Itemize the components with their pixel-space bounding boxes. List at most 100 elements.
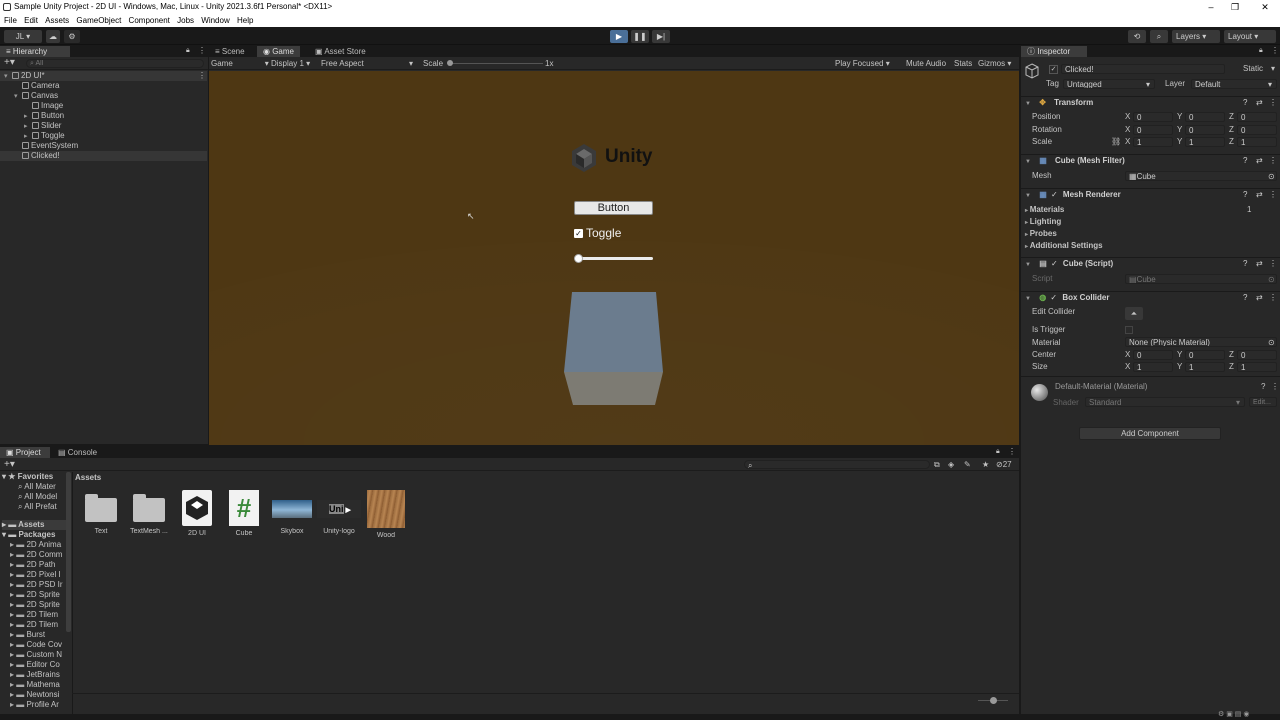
- collider-material-field[interactable]: None (Physic Material) ⊙: [1125, 337, 1277, 347]
- collider-center-y-field[interactable]: 0: [1185, 350, 1225, 360]
- asset-item[interactable]: Text: [79, 490, 123, 535]
- history-icon[interactable]: ⟲: [1128, 30, 1146, 43]
- transform-y-field[interactable]: 0: [1185, 124, 1225, 135]
- collab-icon[interactable]: ⚙: [64, 30, 80, 43]
- package-item[interactable]: ▸ ▬ Editor Co: [10, 660, 60, 670]
- box-collider-header[interactable]: ▼ ◍ ✓ Box Collider ? ⇄ ⋮: [1021, 291, 1280, 303]
- menu-gameobject[interactable]: GameObject: [76, 16, 121, 25]
- project-search-input[interactable]: ⌕: [744, 460, 930, 469]
- transform-x-field[interactable]: 0: [1133, 124, 1173, 135]
- transform-z-field[interactable]: 0: [1237, 112, 1277, 122]
- preset-icon[interactable]: ⇄: [1256, 97, 1263, 109]
- transform-x-field[interactable]: 1: [1133, 137, 1173, 147]
- package-item[interactable]: ▸ ▬ Newtonsi: [10, 690, 59, 700]
- constrain-proportions-icon[interactable]: ⛓: [1111, 137, 1121, 147]
- preset-icon[interactable]: ⇄: [1256, 292, 1263, 304]
- scene-menu-icon[interactable]: ⋮: [198, 71, 206, 81]
- collider-size-z-field[interactable]: 1: [1237, 362, 1277, 372]
- help-icon[interactable]: ?: [1243, 189, 1247, 201]
- hierarchy-item[interactable]: ▸ Slider: [0, 121, 207, 131]
- game-view[interactable]: Unity Button ✓ Toggle ↖: [209, 71, 1019, 445]
- maximize-button[interactable]: ❐: [1222, 0, 1248, 14]
- search-by-type-icon[interactable]: ⧉: [934, 460, 940, 470]
- asset-item[interactable]: 2D UI: [175, 490, 219, 537]
- help-icon[interactable]: ?: [1243, 97, 1247, 109]
- account-dropdown[interactable]: JL ▾: [4, 30, 42, 43]
- icon-size-slider-thumb[interactable]: [990, 697, 997, 704]
- hierarchy-item[interactable]: EventSystem: [0, 141, 207, 151]
- project-breadcrumb[interactable]: Assets: [75, 473, 101, 483]
- help-icon[interactable]: ?: [1243, 258, 1247, 270]
- add-component-button[interactable]: Add Component: [1079, 427, 1221, 440]
- menu-file[interactable]: File: [4, 16, 17, 25]
- static-dropdown[interactable]: ▾: [1271, 64, 1275, 74]
- hierarchy-item[interactable]: Camera: [0, 81, 207, 91]
- help-icon[interactable]: ?: [1243, 155, 1247, 167]
- hierarchy-item[interactable]: Image: [0, 101, 207, 111]
- toggle-checkbox-icon[interactable]: ✓: [574, 229, 583, 238]
- package-item[interactable]: ▸ ▬ 2D Sprite: [10, 600, 60, 610]
- menu-window[interactable]: Window: [201, 16, 229, 25]
- mute-audio-toggle[interactable]: Mute Audio: [906, 59, 946, 69]
- transform-header[interactable]: ▼ ✥ Transform ? ⇄ ⋮: [1021, 96, 1280, 108]
- search-by-label-icon[interactable]: ◈: [948, 460, 954, 469]
- is-trigger-checkbox[interactable]: [1125, 326, 1133, 334]
- project-add-icon[interactable]: +▾: [4, 459, 15, 470]
- game-ui-button[interactable]: Button: [574, 201, 653, 215]
- cloud-icon[interactable]: ☁: [46, 30, 60, 43]
- menu-jobs[interactable]: Jobs: [177, 16, 194, 25]
- transform-x-field[interactable]: 0: [1133, 112, 1173, 122]
- hierarchy-item[interactable]: ▾ 2D UI* ⋮: [0, 71, 207, 81]
- pause-button[interactable]: ❚❚: [631, 30, 649, 43]
- aspect-dropdown[interactable]: Free Aspect ▾: [321, 59, 417, 69]
- play-preview-icon[interactable]: ▶: [346, 507, 351, 514]
- component-menu-icon[interactable]: ⋮: [1269, 155, 1277, 167]
- favorite-item[interactable]: ⌕ All Model: [18, 492, 57, 502]
- hierarchy-search-input[interactable]: ⌕ All: [26, 59, 204, 68]
- scale-slider-thumb[interactable]: [447, 60, 453, 66]
- play-focused-dropdown[interactable]: Play Focused ▾: [835, 59, 890, 69]
- mesh-renderer-section[interactable]: ▸ Additional Settings: [1025, 241, 1103, 251]
- package-item[interactable]: ▸ ▬ 2D Comm: [10, 550, 62, 560]
- cube-script-header[interactable]: ▼ ▤ ✓ Cube (Script) ? ⇄ ⋮: [1021, 257, 1280, 269]
- tree-scrollbar[interactable]: [66, 472, 71, 632]
- minimize-button[interactable]: –: [1198, 0, 1224, 14]
- collider-size-y-field[interactable]: 1: [1185, 362, 1225, 372]
- inspector-more-icon[interactable]: ⋮: [1271, 46, 1279, 55]
- asset-item[interactable]: Uni ▶ Unity-logo: [317, 490, 361, 535]
- layers-dropdown[interactable]: Layers ▾: [1172, 30, 1220, 43]
- display-dropdown[interactable]: Display 1 ▾: [271, 59, 310, 69]
- project-more-icon[interactable]: ⋮: [1008, 447, 1016, 456]
- search-by-tag-icon[interactable]: ✎: [964, 460, 971, 469]
- shader-dropdown[interactable]: Standard ▾: [1085, 397, 1245, 407]
- object-name-field[interactable]: Clicked!: [1061, 64, 1225, 74]
- material-help-icon[interactable]: ?: [1261, 382, 1265, 391]
- collider-size-x-field[interactable]: 1: [1133, 362, 1173, 372]
- add-icon[interactable]: +▾: [4, 57, 15, 68]
- mesh-renderer-enabled-checkbox[interactable]: ✓: [1051, 190, 1058, 199]
- menu-help[interactable]: Help: [237, 16, 253, 25]
- hidden-packages-icon[interactable]: ⊘27: [996, 460, 1012, 469]
- component-menu-icon[interactable]: ⋮: [1269, 97, 1277, 109]
- favorite-icon[interactable]: ★: [982, 460, 989, 469]
- package-item[interactable]: ▸ ▬ 2D Tilem: [10, 610, 58, 620]
- transform-y-field[interactable]: 1: [1185, 137, 1225, 147]
- help-icon[interactable]: ?: [1243, 292, 1247, 304]
- game-ui-slider-thumb[interactable]: [574, 254, 583, 263]
- tab-project[interactable]: ▣ Project: [0, 447, 50, 458]
- mesh-renderer-section[interactable]: ▸ Probes: [1025, 229, 1057, 239]
- play-button[interactable]: ▶: [610, 30, 628, 43]
- tag-dropdown[interactable]: Untagged ▾: [1063, 79, 1155, 89]
- mesh-renderer-section[interactable]: ▸ Materials: [1025, 205, 1064, 215]
- project-lock-icon[interactable]: 🔒︎: [996, 448, 1000, 456]
- more-icon[interactable]: ⋮: [198, 46, 206, 55]
- package-item[interactable]: ▸ ▬ JetBrains: [10, 670, 60, 680]
- menu-component[interactable]: Component: [129, 16, 170, 25]
- game-ui-slider-track[interactable]: [577, 257, 653, 260]
- mesh-field[interactable]: ▦Cube ⊙: [1125, 171, 1277, 181]
- asset-item[interactable]: # Cube: [222, 490, 266, 537]
- tab-console[interactable]: ▤ Console: [52, 447, 103, 458]
- asset-item[interactable]: Skybox: [270, 490, 314, 535]
- preset-icon[interactable]: ⇄: [1256, 155, 1263, 167]
- layout-dropdown[interactable]: Layout ▾: [1224, 30, 1276, 43]
